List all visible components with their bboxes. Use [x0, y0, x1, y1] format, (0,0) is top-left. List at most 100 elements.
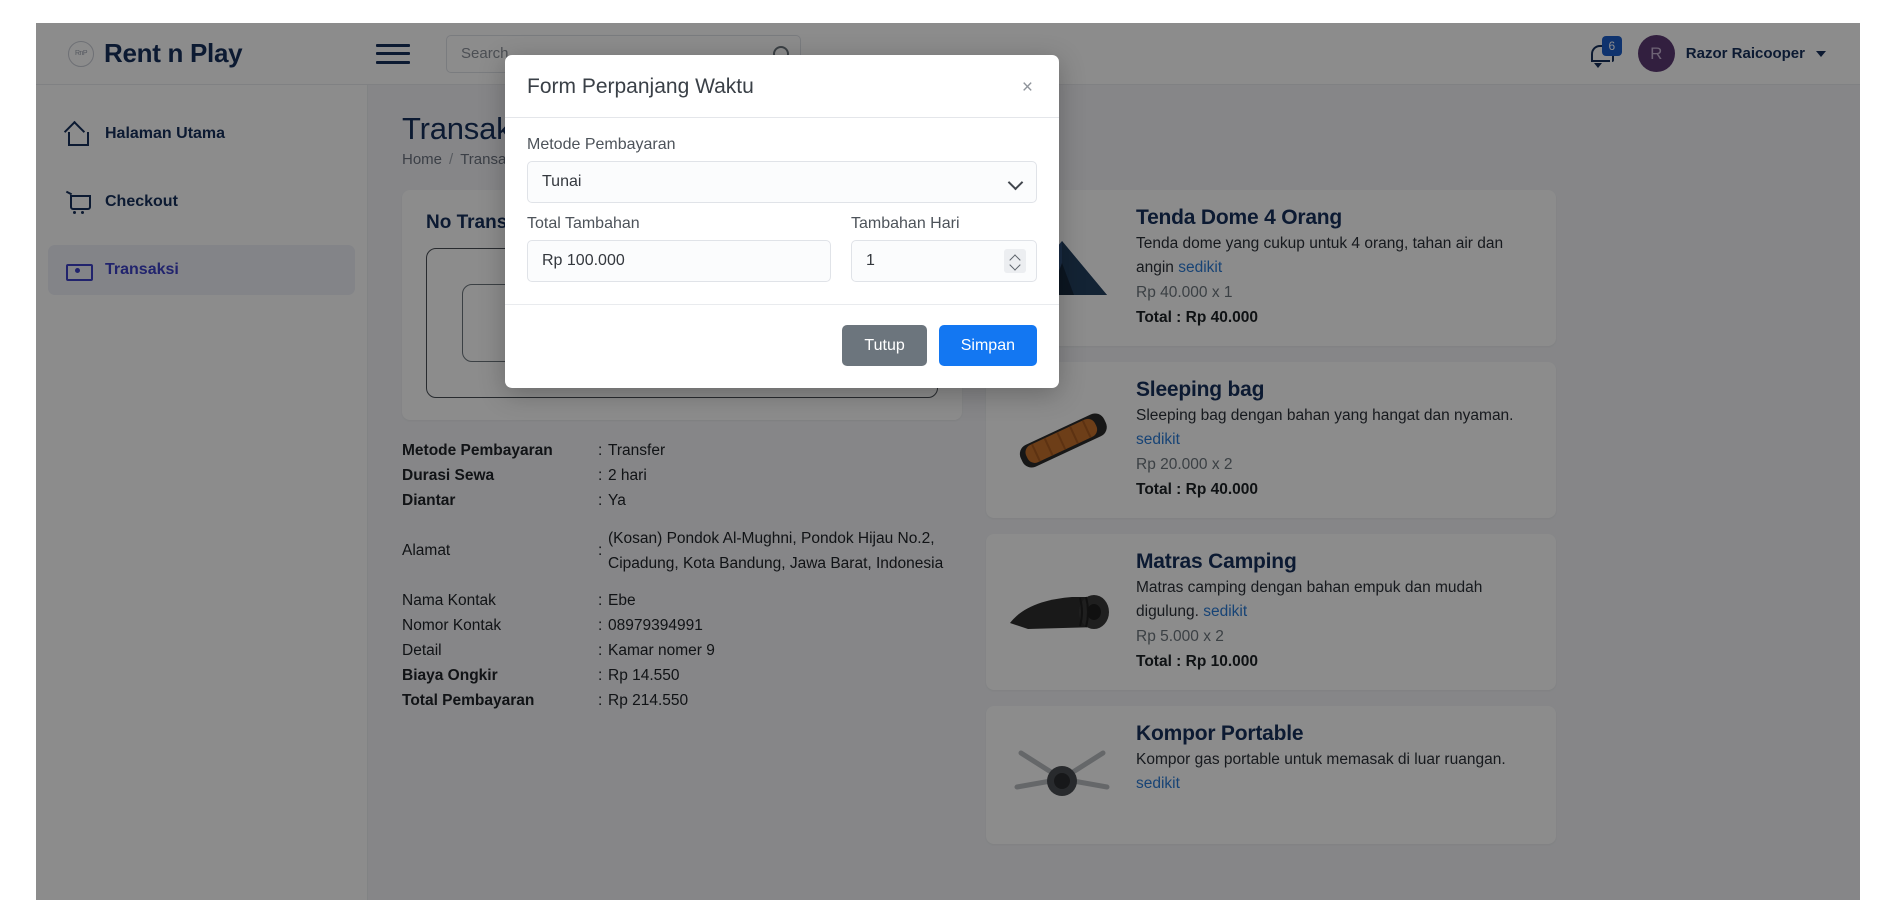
product-info: Matras Camping Matras camping dengan bah…: [1136, 550, 1538, 674]
product-more-link[interactable]: sedikit: [1178, 259, 1222, 276]
breadcrumb-home[interactable]: Home: [402, 151, 442, 168]
sidebar-item-label: Halaman Utama: [105, 125, 225, 143]
close-button[interactable]: Tutup: [842, 325, 926, 366]
detail-label: Nomor Kontak: [402, 613, 598, 638]
detail-colon: :: [598, 488, 608, 513]
stove-icon: [1003, 739, 1121, 811]
product-info: Kompor Portable Kompor gas portable untu…: [1136, 722, 1538, 828]
detail-row: Biaya Ongkir : Rp 14.550: [402, 663, 962, 688]
product-total: Total : Rp 40.000: [1136, 477, 1538, 502]
navbar-right: 6 R Razor Raicooper: [1588, 35, 1860, 72]
brand-logo-icon: RnP: [68, 41, 94, 67]
transaction-details: Metode Pembayaran : Transfer Durasi Sewa…: [402, 438, 962, 713]
detail-label: Diantar: [402, 488, 598, 513]
sidebar: Halaman Utama Checkout Transaksi: [36, 85, 368, 900]
detail-colon: :: [598, 663, 608, 688]
detail-label: Durasi Sewa: [402, 463, 598, 488]
product-price: Rp 5.000 x 2: [1136, 624, 1538, 649]
detail-colon: :: [598, 538, 608, 563]
product-name: Kompor Portable: [1136, 722, 1538, 746]
sidebar-item-label: Transaksi: [105, 261, 179, 279]
quantity-stepper[interactable]: [1004, 249, 1026, 273]
detail-label: Nama Kontak: [402, 588, 598, 613]
modal-header: Form Perpanjang Waktu ×: [505, 55, 1059, 118]
tambahan-hari-field: Tambahan Hari: [851, 215, 1037, 282]
user-menu[interactable]: R Razor Raicooper: [1638, 35, 1826, 72]
product-price: Rp 20.000 x 2: [1136, 452, 1538, 477]
notification-badge: 6: [1602, 36, 1622, 56]
avatar: R: [1638, 35, 1675, 72]
chevron-down-icon: [1816, 51, 1826, 57]
product-desc-text: Kompor gas portable untuk memasak di lua…: [1136, 751, 1506, 768]
product-desc-text: Matras camping dengan bahan empuk dan mu…: [1136, 579, 1482, 620]
sidebar-item-checkout[interactable]: Checkout: [48, 177, 355, 227]
product-price: Rp 40.000 x 1: [1136, 280, 1538, 305]
bell-clapper-icon: [1594, 63, 1602, 68]
payment-method-select[interactable]: [527, 161, 1037, 203]
product-thumbnail: [996, 550, 1128, 674]
detail-label: Metode Pembayaran: [402, 438, 598, 463]
tambahan-hari-wrap: [851, 240, 1037, 282]
product-name: Sleeping bag: [1136, 378, 1538, 402]
cart-icon: [66, 191, 89, 214]
detail-value: Rp 214.550: [608, 688, 962, 713]
detail-row: Alamat : (Kosan) Pondok Al-Mughni, Pondo…: [402, 513, 962, 588]
close-icon[interactable]: ×: [1018, 76, 1037, 99]
product-card[interactable]: Kompor Portable Kompor gas portable untu…: [986, 706, 1556, 844]
total-tambahan-input[interactable]: [527, 240, 831, 282]
detail-colon: :: [598, 463, 608, 488]
product-total: Total : Rp 40.000: [1136, 305, 1538, 330]
detail-label: Biaya Ongkir: [402, 663, 598, 688]
detail-row: Nomor Kontak : 08979394991: [402, 613, 962, 638]
detail-value: 08979394991: [608, 613, 962, 638]
brand[interactable]: RnP Rent n Play: [36, 38, 368, 69]
detail-value: Rp 14.550: [608, 663, 962, 688]
sidebar-item-label: Checkout: [105, 193, 178, 211]
detail-row: Metode Pembayaran : Transfer: [402, 438, 962, 463]
detail-row: Nama Kontak : Ebe: [402, 588, 962, 613]
detail-colon: :: [598, 613, 608, 638]
product-description: Kompor gas portable untuk memasak di lua…: [1136, 748, 1538, 796]
product-card[interactable]: Sleeping bag Sleeping bag dengan bahan y…: [986, 362, 1556, 518]
detail-value: Kamar nomer 9: [608, 638, 962, 663]
chevron-down-icon[interactable]: [1011, 263, 1020, 268]
product-more-link[interactable]: sedikit: [1203, 603, 1247, 620]
product-name: Matras Camping: [1136, 550, 1538, 574]
product-thumbnail: [996, 722, 1128, 828]
product-card[interactable]: Matras Camping Matras camping dengan bah…: [986, 534, 1556, 690]
tambahan-hari-label: Tambahan Hari: [851, 215, 1037, 233]
sidebar-item-halaman-utama[interactable]: Halaman Utama: [48, 109, 355, 159]
sleeping-bag-icon: [1003, 403, 1121, 477]
product-more-link[interactable]: sedikit: [1136, 775, 1180, 792]
detail-value: 2 hari: [608, 463, 962, 488]
detail-row: Total Pembayaran : Rp 214.550: [402, 688, 962, 713]
detail-label: Detail: [402, 638, 598, 663]
detail-label: Total Pembayaran: [402, 688, 598, 713]
payment-method-select-wrap: [527, 161, 1037, 203]
detail-row: Diantar : Ya: [402, 488, 962, 513]
detail-value: Ya: [608, 488, 962, 513]
modal-body: Metode Pembayaran Total Tambahan Tambaha…: [505, 118, 1059, 290]
modal-title: Form Perpanjang Waktu: [527, 75, 1018, 99]
product-card[interactable]: Tenda Dome 4 Orang Tenda dome yang cukup…: [986, 190, 1556, 346]
notifications-button[interactable]: 6: [1588, 38, 1616, 70]
user-name: Razor Raicooper: [1686, 45, 1805, 62]
detail-label: Alamat: [402, 538, 598, 563]
hamburger-bar: [376, 52, 410, 55]
breadcrumb-separator: /: [449, 151, 453, 168]
mat-icon: [1002, 575, 1122, 649]
product-description: Matras camping dengan bahan empuk dan mu…: [1136, 576, 1538, 624]
total-tambahan-field: Total Tambahan: [527, 215, 831, 282]
hamburger-icon[interactable]: [376, 41, 410, 67]
product-info: Tenda Dome 4 Orang Tenda dome yang cukup…: [1136, 206, 1538, 330]
detail-row: Durasi Sewa : 2 hari: [402, 463, 962, 488]
product-description: Tenda dome yang cukup untuk 4 orang, tah…: [1136, 232, 1538, 280]
save-button[interactable]: Simpan: [939, 325, 1037, 366]
product-more-link[interactable]: sedikit: [1136, 431, 1180, 448]
product-thumbnail: [996, 378, 1128, 502]
sidebar-item-transaksi[interactable]: Transaksi: [48, 245, 355, 295]
product-info: Sleeping bag Sleeping bag dengan bahan y…: [1136, 378, 1538, 502]
detail-value: Transfer: [608, 438, 962, 463]
modal-footer: Tutup Simpan: [505, 304, 1059, 388]
money-icon: [66, 259, 89, 282]
